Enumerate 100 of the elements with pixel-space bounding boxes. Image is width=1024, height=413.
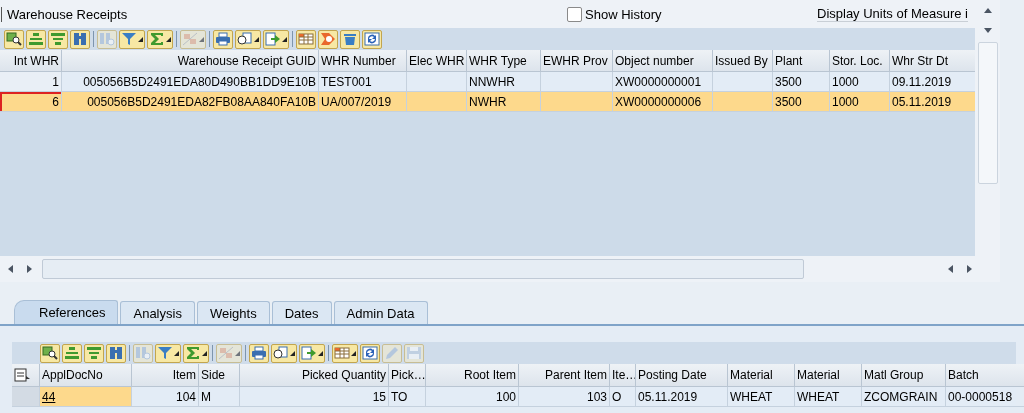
show-history-checkbox[interactable]: Show History xyxy=(567,6,817,22)
table-cell xyxy=(541,92,613,112)
scroll-down-icon xyxy=(982,25,993,35)
table-cell: 6 xyxy=(0,92,62,112)
pencil-icon xyxy=(384,346,400,360)
column-header[interactable]: Matl Group xyxy=(862,364,946,387)
trash-icon xyxy=(342,32,358,46)
table-cell xyxy=(407,92,467,112)
column-header[interactable]: Picked Quantity xyxy=(240,364,389,387)
layout-grid-icon xyxy=(298,32,314,46)
filter-icon xyxy=(157,346,173,360)
tab[interactable]: Weights xyxy=(196,301,270,324)
toolbar-button[interactable] xyxy=(362,29,382,49)
column-header[interactable]: Int WHR xyxy=(0,50,62,72)
export-icon xyxy=(265,32,281,46)
toolbar-button[interactable] xyxy=(235,29,261,49)
b-arrow-icon xyxy=(320,32,336,46)
sort-descending-icon xyxy=(50,32,66,46)
column-header[interactable]: Material xyxy=(795,364,862,387)
magnifier-icon xyxy=(6,32,22,46)
toolbar-button[interactable] xyxy=(360,343,380,363)
caret-icon xyxy=(199,36,204,42)
table-cell: 104 xyxy=(132,387,199,407)
table-cell: 1000 xyxy=(830,92,890,112)
table-cell: WHEAT xyxy=(728,387,795,407)
column-header[interactable]: Parent Item xyxy=(519,364,610,387)
table-cell: WHEAT xyxy=(795,387,862,407)
column-header[interactable]: Posting Date xyxy=(636,364,728,387)
caret-icon xyxy=(174,350,179,356)
table-cell: 3500 xyxy=(773,92,830,112)
checkbox[interactable] xyxy=(567,6,582,22)
document-link[interactable]: 44 xyxy=(42,389,56,404)
table-cell: NWHR xyxy=(467,92,541,112)
column-header[interactable]: Object number xyxy=(613,50,713,72)
column-header[interactable]: Ite… xyxy=(610,364,636,387)
table-cell: 1 xyxy=(0,72,62,92)
table-cell xyxy=(713,92,773,112)
column-header[interactable]: ApplDocNo xyxy=(40,364,132,387)
column-header[interactable]: Stor. Loc. xyxy=(830,50,890,72)
sigma-icon xyxy=(149,32,165,46)
floppy-icon xyxy=(406,346,422,360)
table-cell: 103 xyxy=(519,387,610,407)
refresh-icon xyxy=(364,32,380,46)
printer-icon xyxy=(215,32,231,46)
refresh-icon xyxy=(362,346,378,360)
toolbar-button[interactable] xyxy=(4,29,24,49)
printer-icon xyxy=(251,346,267,360)
subtotal-icon xyxy=(182,32,198,46)
layout-grid-icon xyxy=(334,346,350,360)
column-header[interactable]: WHR Number xyxy=(319,50,407,72)
tab[interactable]: References xyxy=(14,300,119,324)
column-header[interactable]: Batch xyxy=(946,364,1024,387)
column-header[interactable]: Root Item xyxy=(426,364,519,387)
sort-ascending-icon xyxy=(64,346,80,360)
tab[interactable]: Analysis xyxy=(120,301,195,324)
column-header[interactable]: Item xyxy=(132,364,199,387)
sort-descending-icon xyxy=(86,346,102,360)
column-header[interactable]: Warehouse Receipt GUID xyxy=(62,50,319,72)
column-header[interactable]: EWHR Prov xyxy=(541,50,613,72)
units-label[interactable]: Display Units of Measure i xyxy=(817,6,968,22)
column-header[interactable]: Whr Str Dt xyxy=(890,50,975,72)
caret-icon xyxy=(290,350,295,356)
magnifier-icon xyxy=(42,346,58,360)
layout-icon xyxy=(14,368,30,382)
column-header[interactable]: Pick… xyxy=(389,364,426,387)
table-cell: ZCOMGRAIN xyxy=(862,387,946,407)
table-cell: M xyxy=(199,387,240,407)
caret-icon xyxy=(282,36,287,42)
caret-icon xyxy=(202,350,207,356)
caret-icon xyxy=(318,350,323,356)
sort-ascending-icon xyxy=(28,32,44,46)
table-row[interactable]: 1 005056B5D2491EDA80D490BB1DD9E10B TEST001 NNWHR XW0000000001 3500 1000 09.11.2019 xyxy=(0,72,975,92)
column-header[interactable]: Plant xyxy=(773,50,830,72)
table-cell: XW0000000006 xyxy=(613,92,713,112)
scrollbar-thumb[interactable] xyxy=(42,259,804,279)
tab[interactable]: Dates xyxy=(271,301,332,324)
caret-icon xyxy=(166,36,171,42)
subtotal-icon xyxy=(218,346,234,360)
table-cell: 15 xyxy=(240,387,389,407)
table-row[interactable]: 6 005056B5D2491EDA82FB08AA840FA10B UA/007/2019 NWHR XW0000000006 3500 1000 05.11.2019 xyxy=(0,92,975,112)
toolbar-button[interactable] xyxy=(271,343,297,363)
caret-icon xyxy=(235,350,240,356)
column-header[interactable]: Elec WHR xyxy=(407,50,467,72)
tab[interactable]: Admin Data xyxy=(333,301,428,324)
table-cell: O xyxy=(610,387,636,407)
export-icon xyxy=(301,346,317,360)
column-header[interactable]: Issued By xyxy=(713,50,773,72)
sigma-icon xyxy=(185,346,201,360)
table-cell: 00-0000518 xyxy=(946,387,1024,407)
caret-icon xyxy=(138,36,143,42)
table-cell: 05.11.2019 xyxy=(636,387,728,407)
table-cell: UA/007/2019 xyxy=(319,92,407,112)
column-header[interactable]: Material xyxy=(728,364,795,387)
column-header[interactable]: WHR Type xyxy=(467,50,541,72)
table-cell: 005056B5D2491EDA82FB08AA840FA10B xyxy=(62,92,319,112)
filter-icon xyxy=(121,32,137,46)
table-cell: TO xyxy=(389,387,426,407)
toolbar-button[interactable] xyxy=(40,343,60,363)
scrollbar-thumb[interactable] xyxy=(977,42,998,184)
column-header[interactable]: Side xyxy=(199,364,240,387)
